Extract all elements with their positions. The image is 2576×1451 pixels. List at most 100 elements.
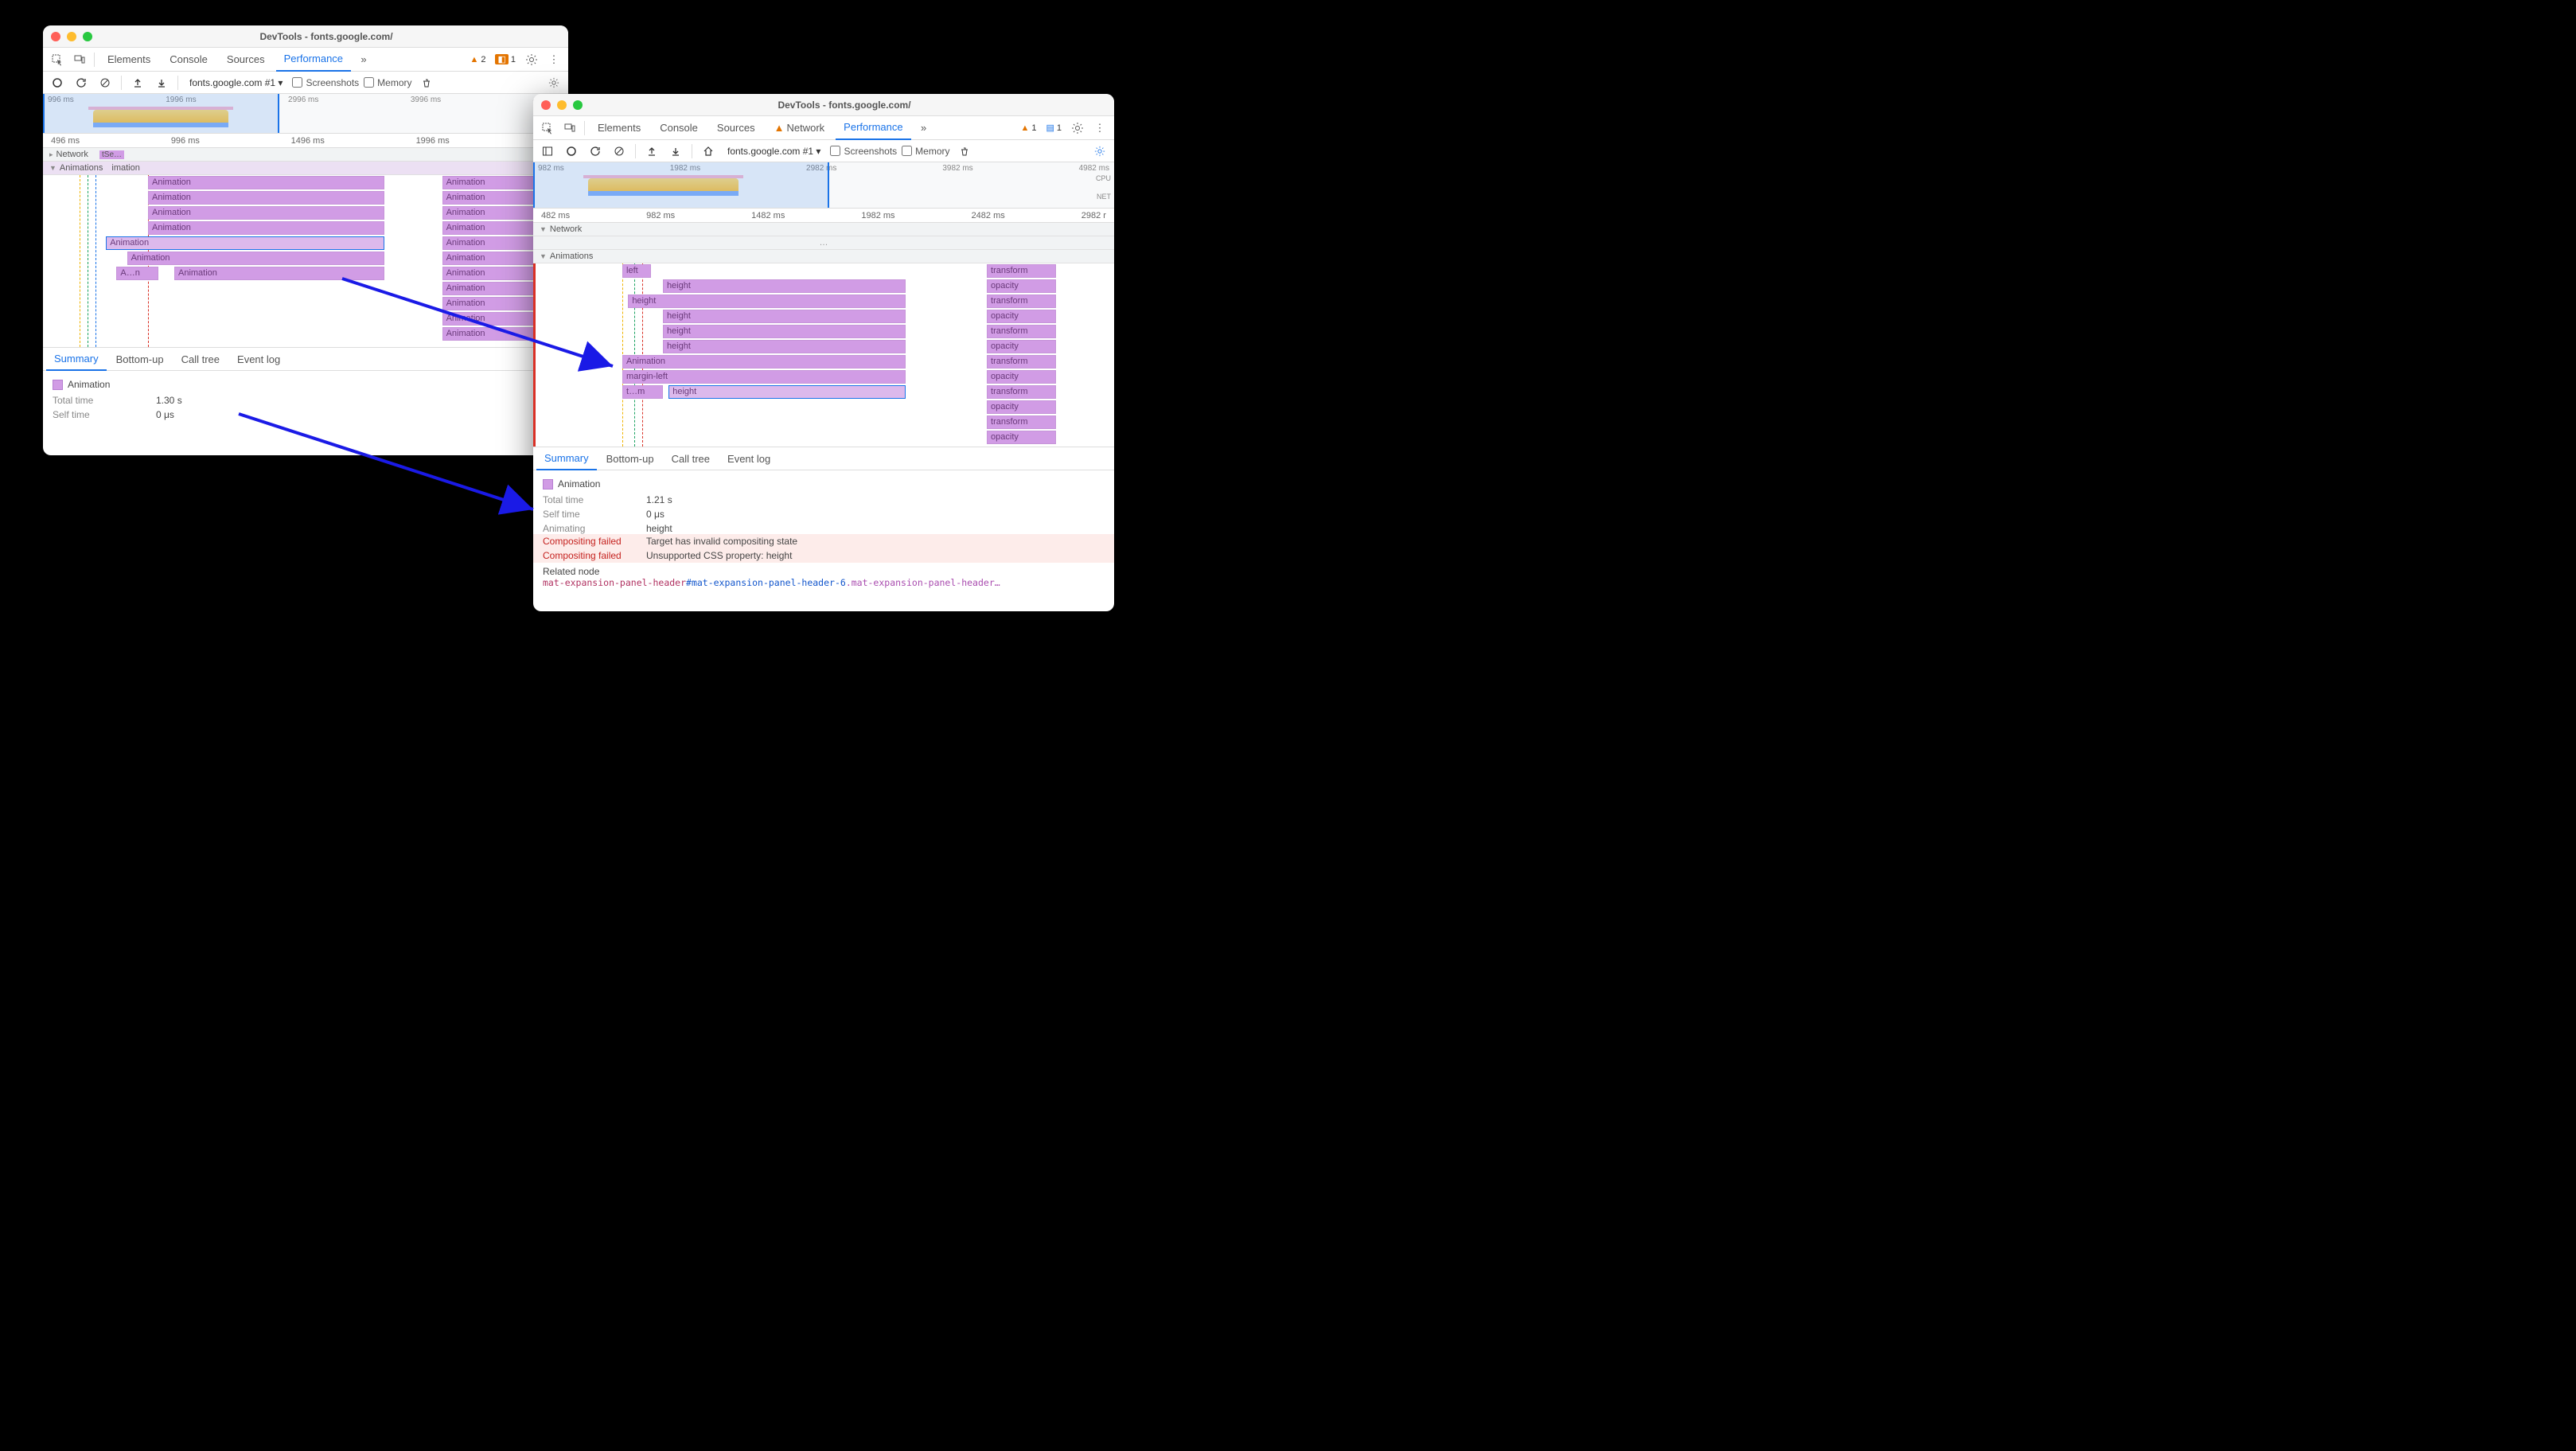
flame-bar[interactable]: left [622, 264, 651, 278]
tab-summary[interactable]: Summary [536, 447, 597, 470]
memory-checkbox[interactable]: Memory [902, 146, 949, 157]
tab-network[interactable]: ▲Network [766, 116, 833, 140]
flame-bar[interactable]: margin-left [622, 370, 906, 384]
tab-performance[interactable]: Performance [276, 48, 351, 72]
screenshots-checkbox[interactable]: Screenshots [292, 77, 359, 88]
tab-elements[interactable]: Elements [99, 48, 158, 72]
memory-checkbox[interactable]: Memory [364, 77, 411, 88]
clear-icon[interactable] [610, 142, 629, 161]
flame-bar[interactable]: transform [987, 415, 1056, 429]
overview-selection[interactable] [533, 162, 829, 208]
tab-elements[interactable]: Elements [590, 116, 649, 140]
tab-summary[interactable]: Summary [46, 347, 107, 371]
flame-bar[interactable]: opacity [987, 279, 1056, 293]
capture-settings-icon[interactable] [1090, 142, 1109, 161]
related-node-link[interactable]: mat-expansion-panel-header#mat-expansion… [543, 577, 1105, 588]
flame-bar[interactable]: transform [987, 264, 1056, 278]
screenshots-checkbox[interactable]: Screenshots [830, 146, 897, 157]
device-icon[interactable] [70, 50, 89, 69]
tab-call-tree[interactable]: Call tree [173, 347, 228, 371]
flame-bar[interactable]: Animation [148, 221, 384, 235]
overview[interactable]: 996 ms 1996 ms 2996 ms 3996 ms 4996 ms [43, 94, 568, 134]
flame-bar[interactable]: height [663, 310, 906, 323]
more-tabs-icon[interactable]: » [354, 50, 373, 69]
flame-bar[interactable]: opacity [987, 431, 1056, 444]
flame-bar[interactable]: Animation [148, 206, 384, 220]
kebab-icon[interactable]: ⋮ [1090, 119, 1109, 138]
track-animations[interactable]: ▼Animations imation [43, 162, 568, 175]
flame-bar[interactable]: height [663, 279, 906, 293]
flamechart[interactable]: AnimationAnimation AnimationAnimation An… [43, 175, 568, 347]
issues-warning-badge[interactable]: ▲1 [1017, 123, 1039, 134]
target-select[interactable]: fonts.google.com #1 ▾ [185, 76, 287, 90]
sidebar-toggle-icon[interactable] [538, 142, 557, 161]
target-select[interactable]: fonts.google.com #1 ▾ [723, 144, 825, 158]
tab-call-tree[interactable]: Call tree [664, 447, 718, 470]
flame-bar[interactable]: transform [987, 325, 1056, 338]
tab-sources[interactable]: Sources [709, 116, 763, 140]
track-ellipsis[interactable]: … [533, 236, 1114, 250]
minimize-icon[interactable] [557, 100, 567, 110]
download-icon[interactable] [666, 142, 685, 161]
flame-bar[interactable]: Animation [148, 191, 384, 205]
home-icon[interactable] [699, 142, 718, 161]
flame-bar[interactable]: height [663, 340, 906, 353]
flame-bar-selected[interactable]: Animation [106, 236, 384, 250]
time-ruler[interactable]: 482 ms 982 ms 1482 ms 1982 ms 2482 ms 29… [533, 209, 1114, 223]
flamechart[interactable]: left transform height opacity height transf… [533, 263, 1114, 447]
flame-bar[interactable]: Animation [148, 176, 384, 189]
device-icon[interactable] [560, 119, 579, 138]
settings-icon[interactable] [522, 50, 541, 69]
tab-performance[interactable]: Performance [836, 116, 910, 140]
flame-bar[interactable]: t…m [622, 385, 663, 399]
tab-event-log[interactable]: Event log [719, 447, 778, 470]
flame-bar[interactable]: Animation [622, 355, 906, 369]
more-tabs-icon[interactable]: » [914, 119, 933, 138]
gc-icon[interactable] [417, 73, 436, 92]
time-ruler[interactable]: 496 ms 996 ms 1496 ms 1996 ms 2496 [43, 134, 568, 148]
clear-icon[interactable] [95, 73, 115, 92]
tab-sources[interactable]: Sources [219, 48, 273, 72]
zoom-icon[interactable] [573, 100, 583, 110]
flame-bar[interactable]: height [628, 294, 906, 308]
flame-bar-selected[interactable]: height [668, 385, 906, 399]
close-icon[interactable] [541, 100, 551, 110]
upload-icon[interactable] [642, 142, 661, 161]
tab-bottom-up[interactable]: Bottom-up [598, 447, 662, 470]
record-icon[interactable] [562, 142, 581, 161]
overview[interactable]: 982 ms 1982 ms 2982 ms 3982 ms 4982 ms C… [533, 162, 1114, 209]
flame-bar[interactable]: opacity [987, 370, 1056, 384]
capture-settings-icon[interactable] [544, 73, 563, 92]
flame-bar[interactable]: Animation [127, 252, 384, 265]
flame-bar[interactable]: transform [987, 294, 1056, 308]
record-icon[interactable] [48, 73, 67, 92]
upload-icon[interactable] [128, 73, 147, 92]
minimize-icon[interactable] [67, 32, 76, 41]
download-icon[interactable] [152, 73, 171, 92]
flame-bar[interactable]: opacity [987, 400, 1056, 414]
issues-info-badge[interactable]: ▤1 [1042, 122, 1065, 134]
flame-bar[interactable]: Animation [174, 267, 384, 280]
reload-icon[interactable] [72, 73, 91, 92]
close-icon[interactable] [51, 32, 60, 41]
tab-bottom-up[interactable]: Bottom-up [108, 347, 172, 371]
inspect-icon[interactable] [48, 50, 67, 69]
inspect-icon[interactable] [538, 119, 557, 138]
flame-bar[interactable]: transform [987, 355, 1056, 369]
issues-warning-badge[interactable]: ▲2 [466, 54, 489, 65]
flame-bar[interactable]: opacity [987, 340, 1056, 353]
overview-selection[interactable] [43, 94, 279, 133]
settings-icon[interactable] [1068, 119, 1087, 138]
flame-bar[interactable]: A…n [116, 267, 158, 280]
kebab-icon[interactable]: ⋮ [544, 50, 563, 69]
gc-icon[interactable] [955, 142, 974, 161]
reload-icon[interactable] [586, 142, 605, 161]
track-network[interactable]: ▼Network [533, 223, 1114, 236]
issues-info-badge[interactable]: ◧1 [492, 53, 519, 65]
flame-bar[interactable]: transform [987, 385, 1056, 399]
track-network[interactable]: ▸Network tSe… [43, 148, 568, 162]
flame-bar[interactable]: opacity [987, 310, 1056, 323]
tab-console[interactable]: Console [162, 48, 216, 72]
tab-console[interactable]: Console [652, 116, 706, 140]
flame-bar[interactable]: height [663, 325, 906, 338]
